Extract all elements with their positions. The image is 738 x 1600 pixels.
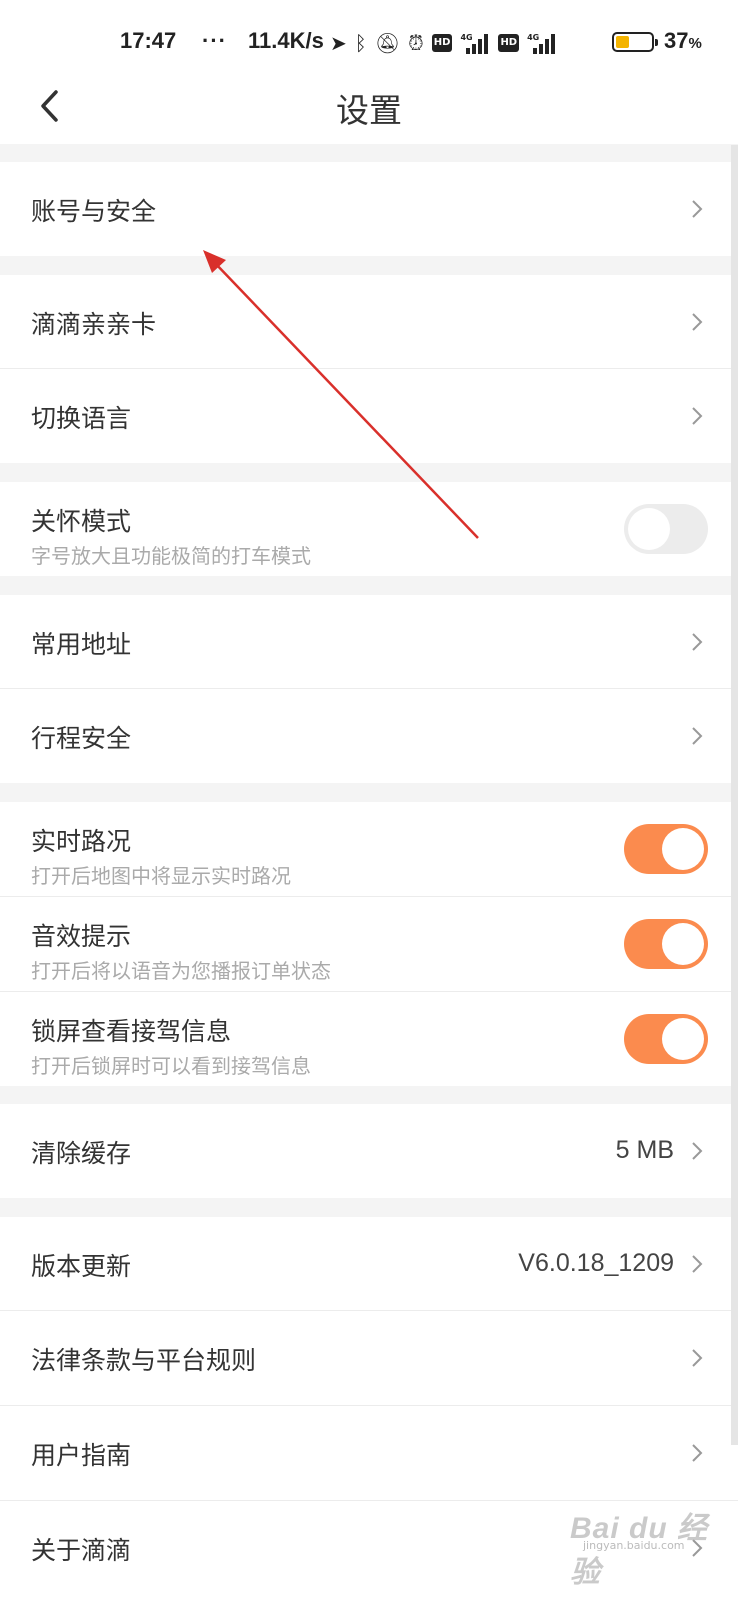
page-title: 设置 xyxy=(336,91,402,130)
settings-item-common-address[interactable]: 常用地址 xyxy=(0,595,738,689)
battery-percent: 37% xyxy=(664,28,702,53)
settings-item-desc: 字号放大且功能极简的打车模式 xyxy=(31,544,311,568)
sound-prompt-toggle[interactable] xyxy=(624,919,708,969)
settings-item-label: 音效提示 xyxy=(31,922,132,951)
battery-icon xyxy=(612,32,658,52)
settings-item-label: 账号与安全 xyxy=(31,197,157,226)
care-mode-toggle[interactable] xyxy=(624,504,708,554)
settings-item-switch-language[interactable]: 切换语言 xyxy=(0,369,738,463)
chevron-right-icon xyxy=(692,1255,703,1273)
settings-item-desc: 打开后锁屏时可以看到接驾信息 xyxy=(31,1054,311,1078)
status-bar: 17:47 ··· 11.4K/s ➤ ᛒ 🔕︎ ⏰︎ HD 4G HD 4G … xyxy=(0,0,738,82)
realtime-traffic-toggle[interactable] xyxy=(624,824,708,874)
status-time: 17:47 xyxy=(120,28,177,53)
page-header: 设置 xyxy=(0,82,738,144)
settings-item-legal-terms[interactable]: 法律条款与平台规则 xyxy=(0,1311,738,1406)
settings-item-label: 滴滴亲亲卡 xyxy=(31,310,157,339)
chevron-right-icon xyxy=(692,1349,703,1367)
settings-item-label: 切换语言 xyxy=(31,404,132,433)
settings-item-desc: 打开后地图中将显示实时路况 xyxy=(31,864,291,888)
settings-item-realtime-traffic: 实时路况 打开后地图中将显示实时路况 xyxy=(0,802,738,897)
settings-item-label: 版本更新 xyxy=(31,1252,132,1281)
signal-4g-icon-2: 4G xyxy=(527,32,557,54)
settings-item-didi-card[interactable]: 滴滴亲亲卡 xyxy=(0,275,738,369)
alarm-icon: ⏰︎ xyxy=(408,31,424,55)
status-more-dots: ··· xyxy=(202,28,227,53)
bluetooth-icon: ᛒ xyxy=(354,31,367,55)
settings-item-label: 法律条款与平台规则 xyxy=(31,1346,257,1375)
status-icons: ➤ ᛒ 🔕︎ ⏰︎ HD 4G HD 4G xyxy=(330,28,557,58)
settings-item-trip-safety[interactable]: 行程安全 xyxy=(0,689,738,783)
settings-item-label: 常用地址 xyxy=(31,630,132,659)
settings-item-desc: 打开后将以语音为您播报订单状态 xyxy=(31,959,331,983)
settings-item-care-mode: 关怀模式 字号放大且功能极简的打车模式 xyxy=(0,482,738,576)
chevron-right-icon xyxy=(692,1142,703,1160)
signal-4g-icon: 4G xyxy=(460,32,490,54)
settings-item-label: 实时路况 xyxy=(31,827,132,856)
chevron-right-icon xyxy=(692,1444,703,1462)
settings-item-lockscreen-info: 锁屏查看接驾信息 打开后锁屏时可以看到接驾信息 xyxy=(0,992,738,1086)
settings-item-label: 行程安全 xyxy=(31,724,132,753)
cache-size-value: 5 MB xyxy=(615,1136,674,1164)
settings-item-label: 关怀模式 xyxy=(31,507,132,536)
hd-icon-2: HD xyxy=(498,34,520,52)
lockscreen-info-toggle[interactable] xyxy=(624,1014,708,1064)
version-value: V6.0.18_1209 xyxy=(518,1249,674,1277)
settings-item-sound-prompt: 音效提示 打开后将以语音为您播报订单状态 xyxy=(0,897,738,992)
settings-item-account-security[interactable]: 账号与安全 xyxy=(0,162,738,256)
chevron-right-icon xyxy=(692,407,703,425)
chevron-right-icon xyxy=(692,200,703,218)
bell-off-icon: 🔕︎ xyxy=(374,31,401,55)
chevron-right-icon xyxy=(692,727,703,745)
battery-level-fill xyxy=(616,36,629,48)
scrollbar[interactable] xyxy=(731,145,738,1445)
settings-item-label: 清除缓存 xyxy=(31,1139,132,1168)
status-net-speed: 11.4K/s xyxy=(248,28,324,53)
settings-item-label: 用户指南 xyxy=(31,1441,132,1470)
hd-icon: HD xyxy=(431,34,453,52)
settings-item-user-guide[interactable]: 用户指南 xyxy=(0,1406,738,1501)
settings-item-label: 关于滴滴 xyxy=(31,1536,132,1565)
settings-item-clear-cache[interactable]: 清除缓存 5 MB xyxy=(0,1104,738,1198)
chevron-right-icon xyxy=(692,633,703,651)
baidu-watermark: Bai du 经验 jingyan.baidu.com xyxy=(570,1512,709,1589)
settings-item-label: 锁屏查看接驾信息 xyxy=(31,1017,232,1046)
settings-item-version-update[interactable]: 版本更新 V6.0.18_1209 xyxy=(0,1217,738,1311)
location-icon: ➤ xyxy=(330,31,347,55)
chevron-right-icon xyxy=(692,313,703,331)
